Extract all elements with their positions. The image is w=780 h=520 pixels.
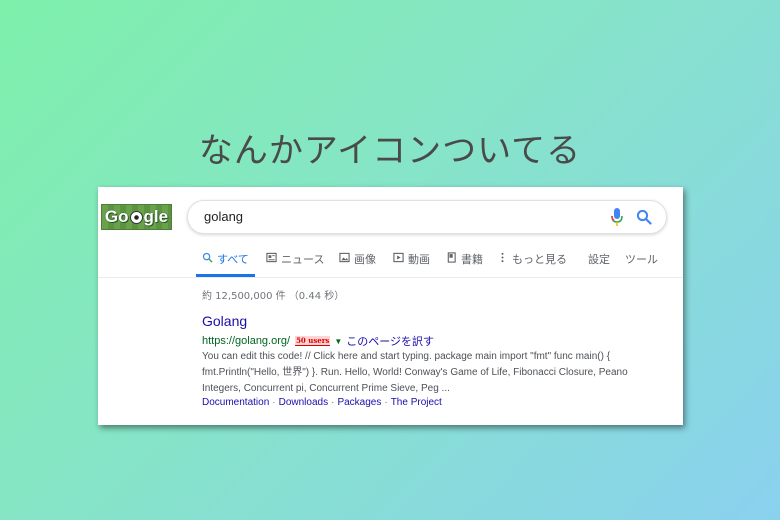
separator: · xyxy=(384,397,388,408)
translate-link[interactable]: このページを訳す xyxy=(346,333,434,349)
page-headline: なんかアイコンついてる xyxy=(198,131,582,171)
tab-settings[interactable]: 設定 xyxy=(588,251,610,277)
search-icon xyxy=(202,252,213,263)
separator: · xyxy=(272,397,276,408)
tab-videos[interactable]: 動画 xyxy=(393,251,430,277)
tab-more[interactable]: もっと見る xyxy=(497,251,567,277)
more-icon xyxy=(501,252,504,263)
search-tabs: すべて ニュース 画像 動画 書籍 もっと見る 設定 ツール xyxy=(98,245,683,278)
tab-all[interactable]: すべて xyxy=(196,251,255,277)
sitelink-downloads[interactable]: Downloads xyxy=(279,397,328,408)
search-icon[interactable] xyxy=(636,209,652,225)
google-logo[interactable]: Go gle xyxy=(101,204,172,230)
search-results-screenshot: Go gle golang すべて ニュース 画像 動画 書籍 もっと見る 設定… xyxy=(98,187,683,425)
tab-label: 画像 xyxy=(354,253,376,266)
image-icon xyxy=(339,252,350,263)
caret-down-icon[interactable]: ▼ xyxy=(334,337,342,346)
news-icon xyxy=(266,252,277,263)
tab-news[interactable]: ニュース xyxy=(266,251,324,277)
sitelink-packages[interactable]: Packages xyxy=(337,397,381,408)
tab-tools[interactable]: ツール xyxy=(625,251,658,277)
tab-label: すべて xyxy=(217,253,249,266)
result-snippet: You can edit this code! // Click here an… xyxy=(202,351,628,394)
sitelinks: Documentation · Downloads · Packages · The Pro… xyxy=(202,397,442,408)
search-input[interactable]: golang xyxy=(204,209,243,224)
video-icon xyxy=(393,252,404,263)
sitelink-the-project[interactable]: The Project xyxy=(391,397,442,408)
logo-text-end: gle xyxy=(143,207,169,226)
microphone-icon[interactable] xyxy=(610,208,624,226)
soccer-ball-icon xyxy=(129,210,143,224)
tab-label: ツール xyxy=(625,253,658,266)
tab-images[interactable]: 画像 xyxy=(339,251,376,277)
tab-label: もっと見る xyxy=(512,253,567,266)
separator: · xyxy=(331,397,335,408)
tab-label: 動画 xyxy=(408,253,430,266)
tab-label: 設定 xyxy=(588,253,610,266)
sitelink-documentation[interactable]: Documentation xyxy=(202,397,269,408)
tab-label: ニュース xyxy=(281,253,325,266)
result-url[interactable]: https://golang.org/ xyxy=(202,335,290,347)
bookmark-users-badge[interactable]: 50 users xyxy=(295,336,331,346)
results-count: 約 12,500,000 件 （0.44 秒） xyxy=(202,291,345,302)
logo-text-start: Go xyxy=(104,207,129,226)
book-icon xyxy=(447,252,456,263)
result-title-link[interactable]: Golang xyxy=(202,313,247,329)
search-box[interactable]: golang xyxy=(187,200,667,234)
tab-books[interactable]: 書籍 xyxy=(446,251,483,277)
result-url-line: https://golang.org/ 50 users ▼ このページを訳す xyxy=(202,333,434,349)
tab-label: 書籍 xyxy=(461,253,483,266)
